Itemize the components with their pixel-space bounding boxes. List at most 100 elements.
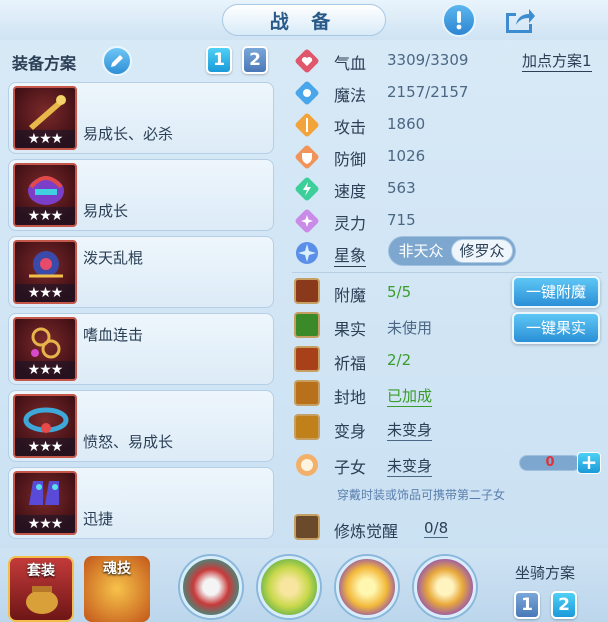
stat-label: 速度 bbox=[334, 182, 367, 201]
stat-label: 防御 bbox=[334, 150, 367, 169]
ench-value: 未使用 bbox=[387, 319, 433, 337]
ench-value[interactable]: 已加成 bbox=[387, 385, 433, 407]
stat-label: 魔法 bbox=[334, 86, 367, 105]
share-button[interactable] bbox=[502, 4, 536, 36]
cauldron-icon bbox=[26, 586, 58, 614]
mount-plan-1-button[interactable]: 1 bbox=[514, 591, 540, 619]
one-click-enchant-button[interactable]: 一键附魔 bbox=[512, 276, 600, 308]
stat-value: 2157/2157 bbox=[387, 83, 469, 101]
sword-icon bbox=[294, 112, 320, 138]
ench-label: 果实 bbox=[334, 320, 367, 339]
ench-label: 封地 bbox=[334, 388, 367, 407]
star-rating: ★★★ bbox=[15, 130, 75, 148]
chain-icon: ★★★ bbox=[13, 317, 77, 381]
one-click-fruit-button[interactable]: 一键果实 bbox=[512, 312, 600, 344]
equip-item-label: 泼天乱棍 bbox=[83, 249, 144, 267]
skill-slot[interactable] bbox=[180, 556, 242, 618]
ench-value[interactable]: 未变身 bbox=[387, 419, 433, 441]
stat-value: 715 bbox=[387, 211, 416, 229]
boots-icon: ★★★ bbox=[13, 471, 77, 535]
equip-item[interactable]: ★★★ 易成长、必杀 bbox=[8, 82, 274, 154]
stat-label: 灵力 bbox=[334, 214, 367, 233]
toggle-option-xiuluo[interactable]: 修罗众 bbox=[451, 239, 513, 263]
awaken-label: 修炼觉醒 bbox=[334, 522, 399, 541]
plus-button[interactable]: + bbox=[577, 452, 601, 474]
awaken-icon bbox=[294, 514, 320, 540]
xingxiang-label[interactable]: 星象 bbox=[334, 242, 367, 267]
equip-item[interactable]: ★★★ 嗜血连击 bbox=[8, 313, 274, 385]
awaken-value[interactable]: 0/8 bbox=[424, 519, 449, 538]
stat-label: 气血 bbox=[334, 54, 367, 73]
hint-text: 穿戴时装或饰品可携带第二子女 bbox=[337, 488, 506, 502]
stat-value: 1860 bbox=[387, 115, 426, 133]
edit-plan-button[interactable] bbox=[102, 46, 132, 76]
equip-item[interactable]: ★★★ 迅捷 bbox=[8, 467, 274, 539]
equip-item-label: 易成长、必杀 bbox=[83, 125, 174, 143]
tab-suit[interactable]: 套装 bbox=[8, 556, 74, 622]
equip-item-label: 愤怒、易成长 bbox=[83, 433, 174, 451]
transform-icon bbox=[294, 414, 320, 440]
equip-item-label: 易成长 bbox=[83, 202, 129, 220]
awaken-row: 修炼觉醒 0/8 bbox=[292, 514, 602, 542]
exclamation-icon bbox=[456, 11, 462, 30]
xingxiang-toggle[interactable]: 非天众 修罗众 bbox=[388, 236, 516, 266]
equip-plan-2-button[interactable]: 2 bbox=[242, 46, 268, 74]
stat-row-speed: 速度 563 bbox=[292, 174, 602, 202]
warning-button[interactable] bbox=[442, 3, 476, 37]
skill-slot[interactable] bbox=[414, 556, 476, 618]
page-title: 战 备 bbox=[222, 4, 386, 36]
helmet-icon: ★★★ bbox=[13, 163, 77, 227]
weapon-icon: ★★★ bbox=[13, 86, 77, 150]
star-rating: ★★★ bbox=[15, 438, 75, 456]
blessing-icon bbox=[294, 346, 320, 372]
ench-label: 变身 bbox=[334, 422, 367, 441]
ench-value: 5/5 bbox=[387, 283, 412, 301]
ench-label: 子女 bbox=[334, 458, 367, 477]
equip-item[interactable]: ★★★ 愤怒、易成长 bbox=[8, 390, 274, 462]
star-rating: ★★★ bbox=[15, 515, 75, 533]
enchant-icon bbox=[294, 278, 320, 304]
star-sign-icon bbox=[294, 240, 320, 266]
ench-row-blessing: 祈福 2/2 bbox=[292, 346, 602, 374]
mana-icon bbox=[294, 80, 320, 106]
stat-row-mp: 魔法 2157/2157 bbox=[292, 78, 602, 106]
stat-row-defense: 防御 1026 bbox=[292, 142, 602, 170]
pencil-icon bbox=[111, 55, 123, 67]
skill-slot[interactable] bbox=[258, 556, 320, 618]
ench-row-fief: 封地 已加成 bbox=[292, 380, 602, 408]
equip-plan-title: 装备方案 bbox=[12, 54, 77, 73]
ench-label: 祈福 bbox=[334, 354, 367, 373]
toggle-option-feitian[interactable]: 非天众 bbox=[391, 239, 451, 263]
belt-icon: ★★★ bbox=[13, 394, 77, 458]
ench-row-transform: 变身 未变身 bbox=[292, 414, 602, 442]
stat-row-spirit: 灵力 715 bbox=[292, 206, 602, 234]
tab-suit-label: 套装 bbox=[27, 563, 55, 579]
equip-plan-header: 装备方案 bbox=[8, 44, 278, 76]
star-rating: ★★★ bbox=[15, 284, 75, 302]
necklace-icon: ★★★ bbox=[13, 240, 77, 304]
equip-item-label: 迅捷 bbox=[83, 510, 114, 528]
skill-slot[interactable] bbox=[336, 556, 398, 618]
child-count-stepper[interactable]: 0 + bbox=[519, 452, 601, 474]
equip-item-label: 嗜血连击 bbox=[83, 326, 144, 344]
heart-icon bbox=[294, 48, 320, 74]
mount-plan-2-button[interactable]: 2 bbox=[551, 591, 577, 619]
ench-value: 2/2 bbox=[387, 351, 412, 369]
equip-item[interactable]: ★★★ 泼天乱棍 bbox=[8, 236, 274, 308]
star-rating: ★★★ bbox=[15, 361, 75, 379]
tab-soul-skill[interactable]: 魂技 bbox=[84, 556, 150, 622]
equip-item[interactable]: ★★★ 易成长 bbox=[8, 159, 274, 231]
fruit-icon bbox=[294, 312, 320, 338]
speed-icon bbox=[294, 176, 320, 202]
stat-value: 3309/3309 bbox=[387, 51, 469, 69]
ench-value[interactable]: 未变身 bbox=[387, 455, 433, 477]
stat-label: 攻击 bbox=[334, 118, 367, 137]
shield-icon bbox=[294, 144, 320, 170]
stat-row-hp: 气血 3309/3309 bbox=[292, 46, 602, 74]
stat-value: 1026 bbox=[387, 147, 426, 165]
equip-plan-1-button[interactable]: 1 bbox=[206, 46, 232, 74]
tab-soul-skill-label: 魂技 bbox=[103, 561, 131, 577]
stepper-value: 0 bbox=[519, 455, 581, 471]
divider bbox=[292, 272, 602, 273]
ench-label: 附魔 bbox=[334, 286, 367, 305]
